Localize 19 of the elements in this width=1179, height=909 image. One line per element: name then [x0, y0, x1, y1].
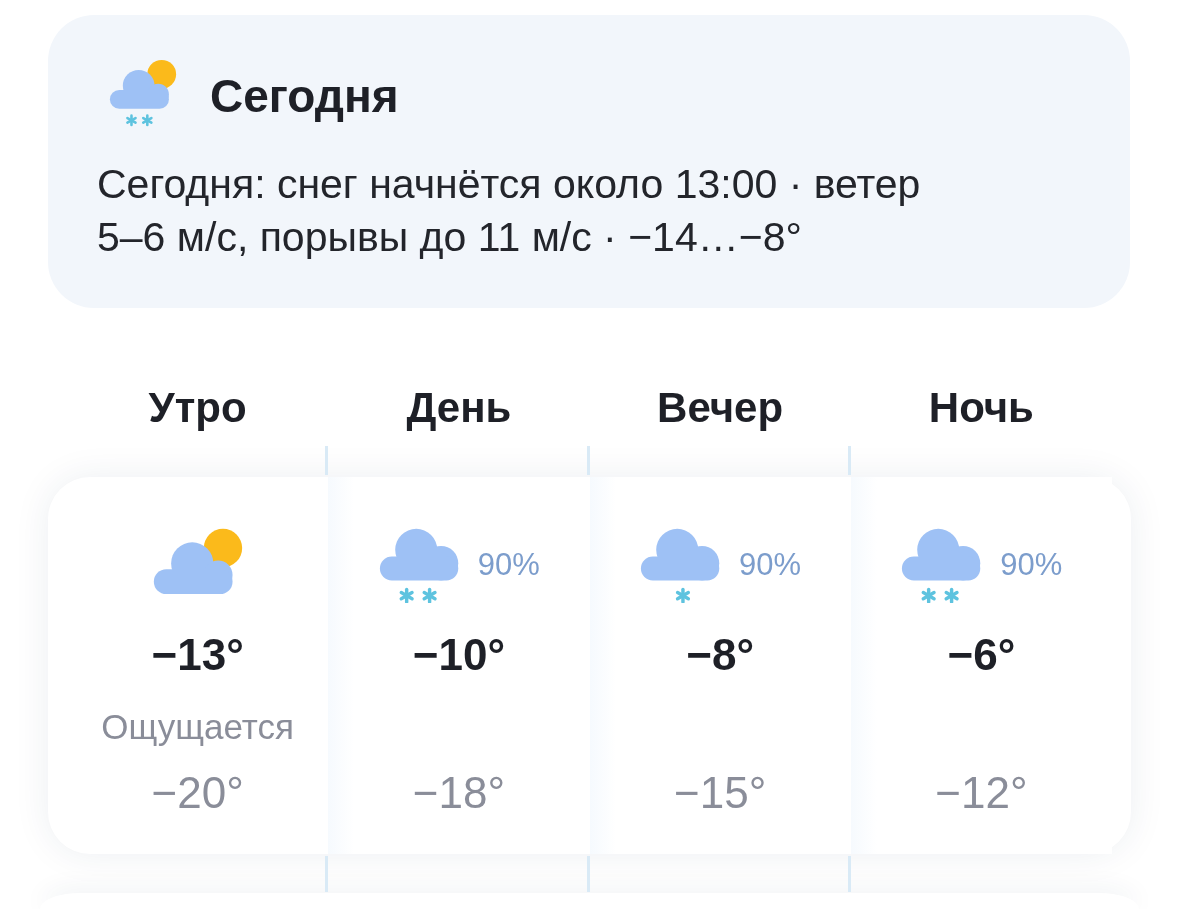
temperature: −8° [686, 629, 754, 681]
precipitation-chance: 90% [739, 547, 802, 583]
temperature: −10° [412, 629, 505, 681]
forecast-summary: Сегодня: снег начнётся около 13:00 · ветер 5–6 м/с, порывы до 11 м/с · −14…−8° [97, 159, 922, 262]
temperature: −6° [947, 629, 1016, 681]
feels-like-temperature: −20° [151, 767, 244, 819]
temperature: −13° [151, 629, 244, 681]
feels-like-temperature: −12° [935, 767, 1028, 819]
feels-like-temperature: −15° [674, 767, 767, 819]
precipitation-chance: 90% [477, 547, 540, 583]
period-heading: День [406, 383, 512, 433]
period-heading: Вечер [657, 383, 784, 433]
precipitation-chance: 90% [1000, 547, 1063, 583]
feels-like-label: Ощущается [101, 706, 294, 748]
sun-cloud-snow-icon [107, 57, 179, 128]
period-heading: Утро [148, 383, 247, 433]
period-heading: Ночь [928, 383, 1034, 433]
card-title: Сегодня [210, 69, 399, 125]
feels-like-temperature: −18° [412, 767, 505, 819]
